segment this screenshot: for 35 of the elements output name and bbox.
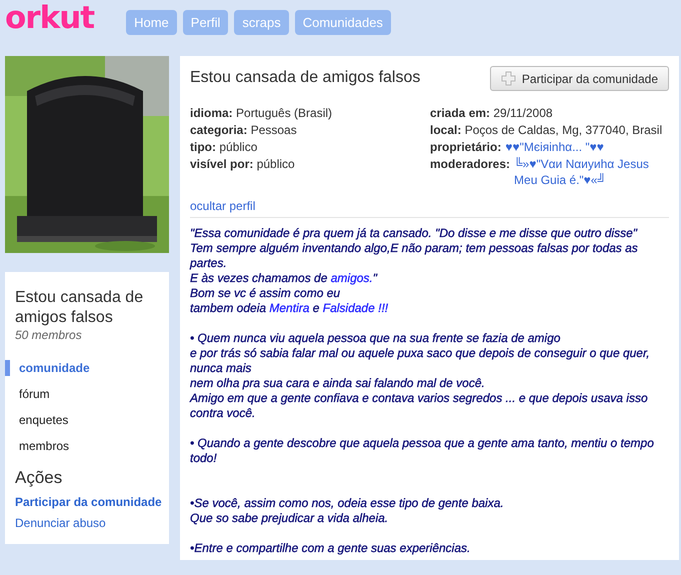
info-label: proprietário:	[430, 139, 502, 155]
info-value: público	[256, 157, 295, 171]
description-paragraph: "Essa comunidade é pra quem já ta cansado. "Do disse e me disse que outro disse" Tem sempre alguém inventando algo,E não param; tem pessoas falsas por todas as partes. E às vezes chamamos de amigos." Bom se vc é assim como eu tambem odeia Mentira e Falsidade !!!	[190, 226, 639, 316]
community-title: Estou cansada de amigos falsos	[190, 69, 420, 87]
description-paragraph: •Se você, assim como nos, odeia esse tipo de gente baixa. Que so sabe prejudicar a vida alheia.	[190, 496, 505, 526]
description-paragraph: •Entre e compartilhe com a gente suas experiências.	[190, 541, 472, 556]
info-value: público	[219, 140, 258, 154]
member-link[interactable]: ╚»♥"Vαи Nαиyиhα Jesus Meu Guia é."♥«╝	[514, 156, 669, 188]
info-value: Pessoas	[250, 123, 297, 137]
info-value: Português (Brasil)	[236, 106, 332, 120]
info-label: categoria:	[190, 123, 248, 137]
sidebar-item[interactable]: fórum	[5, 386, 50, 402]
sidebar-item[interactable]: membros	[5, 438, 70, 454]
logo[interactable]: orkut	[5, 0, 94, 36]
info-label: criada em:	[430, 106, 490, 120]
action-link[interactable]: Participar da comunidade	[15, 495, 162, 509]
action-link[interactable]: Denunciar abuso	[15, 516, 106, 530]
info-value: 29/11/2008	[493, 106, 553, 120]
community-name: Estou cansada de amigos falsos	[15, 288, 144, 328]
hide-profile-link[interactable]: ocultar perfil	[190, 199, 256, 213]
info-label: tipo:	[190, 140, 216, 154]
join-button[interactable]: Participar da comunidade	[490, 66, 669, 91]
description-paragraph: • Quem nunca viu aquela pessoa que na sua frente se fazia de amigo e por trás só sabia falar mal ou aquele puxa saco que depois de conseguir o que quer, nunca mais nem olha pra sua cara e ainda sai falando mal de você. Amigo em que a gente confiava e contava varios segredos ... e que depois usava isso contra você.	[190, 331, 651, 421]
actions-heading: Ações	[15, 468, 64, 488]
sidebar-item[interactable]: enquetes	[5, 412, 68, 428]
member-link[interactable]: ♥♥"Мєiяinhα... "♥♥	[505, 139, 669, 155]
info-label: moderadores:	[430, 156, 510, 173]
info-label: local:	[430, 123, 462, 137]
member-count: 50 membros	[15, 328, 83, 342]
description-paragraph: • Quando a gente descobre que aquela pessoa que a gente ama tanto, mentiu o tempo todo!	[190, 436, 655, 466]
info-label: visível por:	[190, 157, 254, 171]
sidebar-item[interactable]: comunidade	[5, 360, 90, 376]
info-label: idioma:	[190, 106, 233, 120]
info-value: Poços de Caldas, Mg, 377040, Brasil	[464, 123, 662, 137]
plus-icon	[500, 71, 516, 86]
